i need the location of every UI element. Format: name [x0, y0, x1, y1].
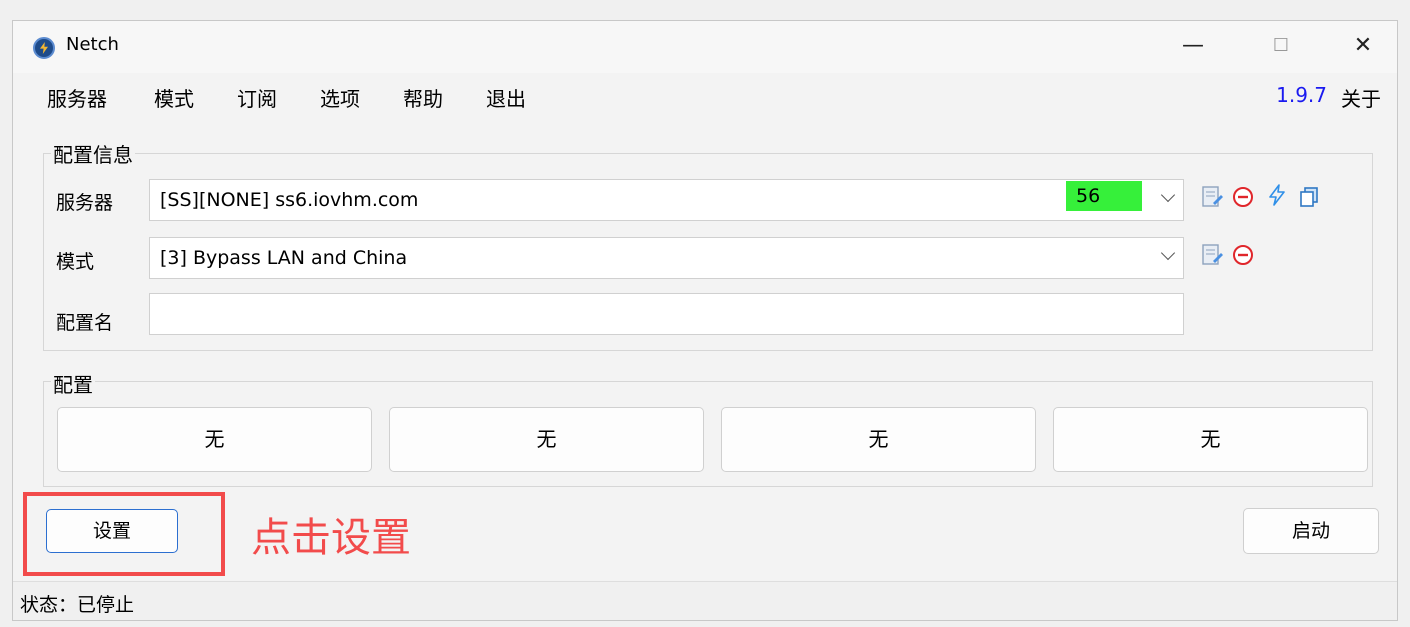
minimize-button[interactable]: —	[1169, 29, 1217, 63]
menu-server[interactable]: 服务器	[47, 83, 107, 112]
mode-label: 模式	[56, 251, 95, 273]
remove-icon[interactable]	[1231, 185, 1255, 209]
menu-mode[interactable]: 模式	[154, 83, 194, 112]
profile-slot-3[interactable]: 无	[721, 407, 1036, 472]
maximize-button[interactable]: ☐	[1257, 29, 1305, 63]
profile-name-input[interactable]	[149, 293, 1184, 335]
menu-exit[interactable]: 退出	[486, 83, 526, 112]
edit-icon[interactable]	[1200, 185, 1224, 209]
copy-icon[interactable]	[1297, 185, 1321, 209]
status-bar: 状态：已停止	[13, 581, 1397, 620]
menu-options[interactable]: 选项	[320, 83, 360, 112]
menu-subscription[interactable]: 订阅	[237, 83, 277, 112]
server-value: [SS][NONE] ss6.iovhm.com	[160, 189, 419, 211]
close-button[interactable]: ✕	[1339, 29, 1387, 63]
version-label: 1.9.7	[1276, 83, 1327, 107]
server-select[interactable]: [SS][NONE] ss6.iovhm.com 56	[149, 179, 1184, 221]
status-text: 状态：已停止	[20, 594, 135, 616]
about-menu[interactable]: 关于	[1341, 83, 1381, 112]
netch-window: Netch — ☐ ✕ 服务器 模式 订阅 选项 帮助 退出 1.9.7 关于 …	[12, 20, 1398, 621]
remove-icon[interactable]	[1231, 243, 1255, 267]
menu-bar: 服务器 模式 订阅 选项 帮助 退出 1.9.7 关于	[13, 75, 1397, 115]
profile-slot-1[interactable]: 无	[57, 407, 372, 472]
config-info-label: 配置信息	[51, 139, 135, 168]
chevron-down-icon	[1160, 245, 1176, 261]
menu-help[interactable]: 帮助	[403, 83, 443, 112]
edit-icon[interactable]	[1200, 243, 1224, 267]
netch-logo-icon	[33, 37, 55, 59]
title-bar: Netch — ☐ ✕	[13, 21, 1397, 73]
chevron-down-icon	[1160, 187, 1176, 203]
mode-value: [3] Bypass LAN and China	[160, 247, 408, 269]
latency-badge: 56	[1066, 181, 1142, 211]
profile-slot-2[interactable]: 无	[389, 407, 704, 472]
mode-select[interactable]: [3] Bypass LAN and China	[149, 237, 1184, 279]
annotation-text: 点击设置	[251, 515, 411, 561]
speedtest-icon[interactable]	[1265, 183, 1289, 207]
window-title: Netch	[66, 34, 119, 55]
profile-name-label: 配置名	[56, 312, 114, 334]
settings-button[interactable]: 设置	[46, 509, 178, 553]
profiles-label: 配置	[51, 369, 95, 398]
start-button[interactable]: 启动	[1243, 508, 1379, 554]
profile-slot-4[interactable]: 无	[1053, 407, 1368, 472]
server-label: 服务器	[56, 192, 114, 214]
